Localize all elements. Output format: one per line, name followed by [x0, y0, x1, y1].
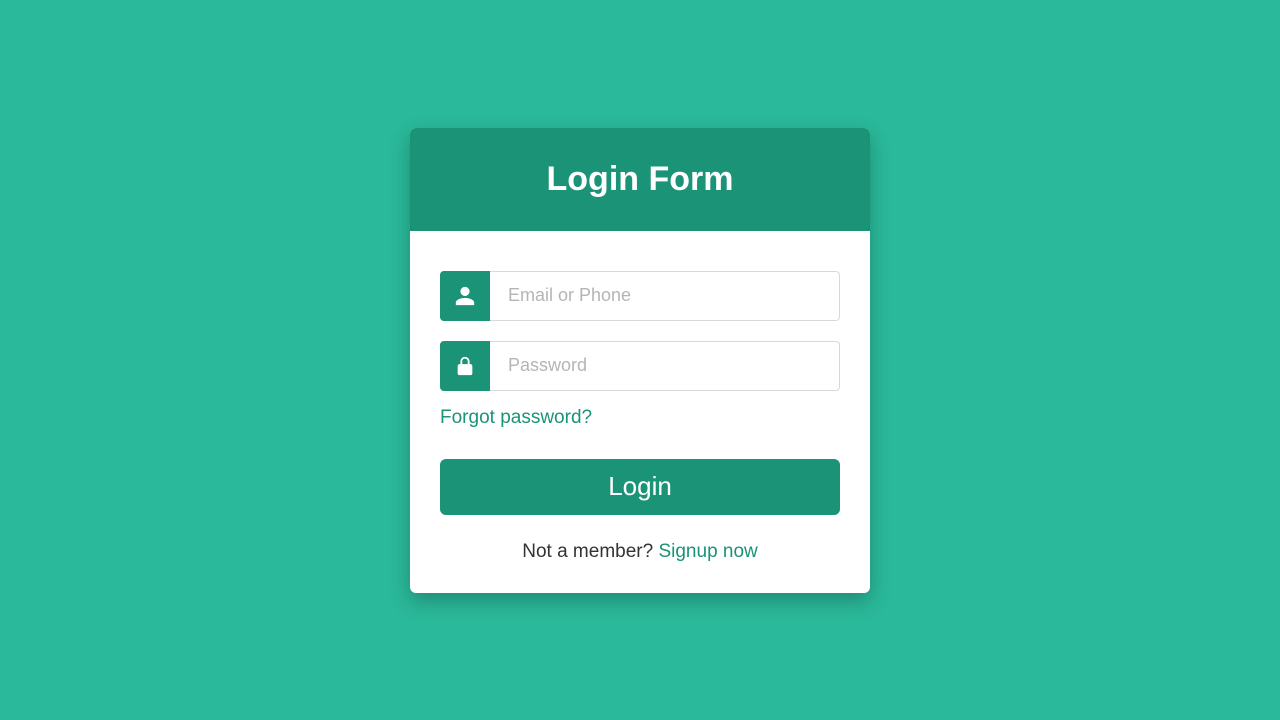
- password-group: [440, 341, 840, 391]
- forgot-password-link[interactable]: Forgot password?: [440, 407, 840, 429]
- card-body: Forgot password? Login Not a member? Sig…: [410, 231, 870, 593]
- login-button[interactable]: Login: [440, 459, 840, 515]
- login-card: Login Form Forgot password? Login Not a …: [410, 128, 870, 593]
- signup-link[interactable]: Signup now: [658, 541, 757, 562]
- lock-icon: [440, 341, 490, 391]
- card-header: Login Form: [410, 128, 870, 231]
- password-input[interactable]: [490, 341, 840, 391]
- email-group: [440, 271, 840, 321]
- user-icon: [440, 271, 490, 321]
- page-title: Login Form: [410, 160, 870, 199]
- email-input[interactable]: [490, 271, 840, 321]
- signup-prefix: Not a member?: [522, 541, 658, 562]
- signup-prompt: Not a member? Signup now: [440, 541, 840, 563]
